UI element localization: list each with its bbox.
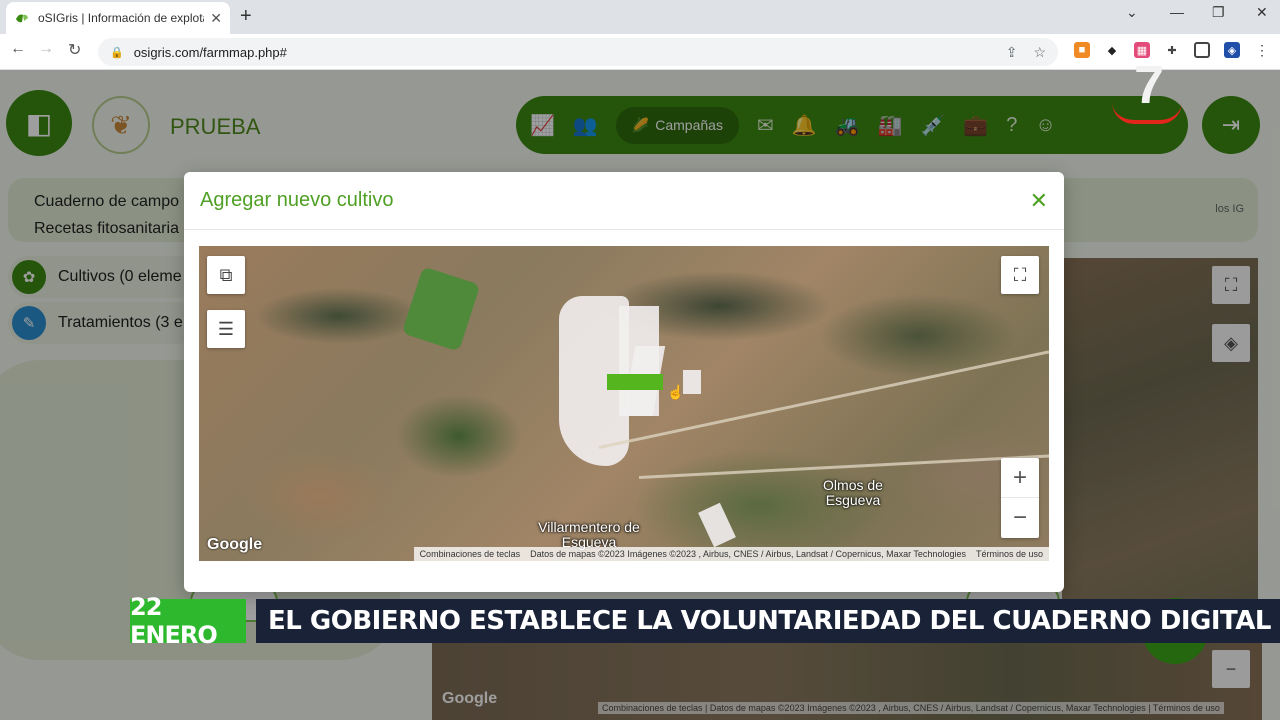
map-attribution: Combinaciones de teclas Datos de mapas ©…	[413, 547, 1049, 561]
satellite-map[interactable]: ☝ ⧉ ☰ ⛶ + − Olmos de Esgueva Villarmente…	[199, 246, 1049, 561]
osigris-favicon-icon	[16, 14, 28, 23]
browser-tab[interactable]: oSIGris | Información de explotac ✕	[6, 2, 230, 34]
close-icon[interactable]: ✕	[1030, 188, 1048, 214]
browser-tab-strip: oSIGris | Información de explotac ✕ + ⌄ …	[0, 0, 1280, 34]
profile-shield-icon[interactable]: ◈	[1224, 42, 1240, 58]
tab-title: oSIGris | Información de explotac	[38, 11, 205, 25]
zoom-control: + −	[1001, 458, 1039, 538]
map-data-text: Datos de mapas ©2023 Imágenes ©2023 , Ai…	[530, 549, 966, 559]
extension-layers-icon[interactable]: ◆	[1104, 42, 1120, 58]
ticker-date: 22 ENERO	[130, 593, 246, 649]
reload-icon[interactable]: ↻	[68, 40, 81, 60]
map-field	[683, 370, 701, 394]
channel-smile-icon	[1112, 102, 1182, 124]
list-icon[interactable]: ☰	[207, 310, 245, 348]
fullscreen-icon[interactable]: ⛶	[1001, 256, 1039, 294]
share-icon[interactable]: ⇪	[1006, 44, 1018, 61]
map-road	[638, 454, 1049, 479]
side-panel-icon[interactable]	[1194, 42, 1210, 58]
map-field	[401, 266, 481, 352]
place-label: Villarmentero de Esgueva	[538, 519, 640, 550]
modal-header: Agregar nuevo cultivo ✕	[184, 172, 1064, 230]
google-logo: Google	[207, 536, 263, 553]
place-label: Olmos de Esgueva	[823, 477, 883, 508]
channel-logo: 7	[1112, 55, 1190, 128]
minimize-icon[interactable]: —	[1170, 4, 1184, 20]
selected-field[interactable]	[607, 374, 663, 390]
keyboard-shortcuts-link[interactable]: Combinaciones de teclas	[420, 549, 521, 559]
extension-orange-icon[interactable]: ■	[1074, 42, 1090, 58]
terms-link[interactable]: Términos de uso	[976, 549, 1043, 559]
url-text: osigris.com/farmmap.php#	[133, 44, 287, 60]
news-ticker: 22 ENERO EL GOBIERNO ESTABLECE LA VOLUNT…	[130, 593, 1280, 649]
bookmark-star-icon[interactable]: ☆	[1033, 44, 1046, 61]
extensions-puzzle-icon[interactable]: ✚	[1164, 42, 1180, 58]
address-bar[interactable]: 🔒 osigris.com/farmmap.php# ⇪ ☆	[98, 38, 1058, 66]
new-tab-button[interactable]: +	[240, 5, 252, 28]
browser-menu-icon[interactable]: ⋮	[1254, 42, 1270, 58]
browser-toolbar: ← → ↻ 🔒 osigris.com/farmmap.php# ⇪ ☆ ■ ◆…	[0, 34, 1280, 70]
tab-close-icon[interactable]: ✕	[210, 10, 222, 27]
add-crop-modal: Agregar nuevo cultivo ✕ ☝ ⧉ ☰ ⛶ + − Olmo…	[184, 172, 1064, 592]
zoom-out-button[interactable]: −	[1001, 498, 1039, 538]
ticker-headline: EL GOBIERNO ESTABLECE LA VOLUNTARIEDAD D…	[256, 599, 1280, 643]
forward-icon[interactable]: →	[38, 40, 54, 58]
zoom-in-button[interactable]: +	[1001, 458, 1039, 498]
close-window-icon[interactable]: ✕	[1256, 4, 1268, 21]
modal-title: Agregar nuevo cultivo	[200, 189, 394, 211]
back-icon[interactable]: ←	[10, 40, 26, 58]
tab-search-icon[interactable]: ⌄	[1126, 4, 1138, 21]
draw-polygon-icon[interactable]: ⧉	[207, 256, 245, 294]
hand-cursor-icon: ☝	[667, 384, 685, 400]
restore-icon[interactable]: ❐	[1212, 4, 1225, 21]
map-field	[698, 502, 736, 548]
lock-icon: 🔒	[110, 46, 124, 59]
